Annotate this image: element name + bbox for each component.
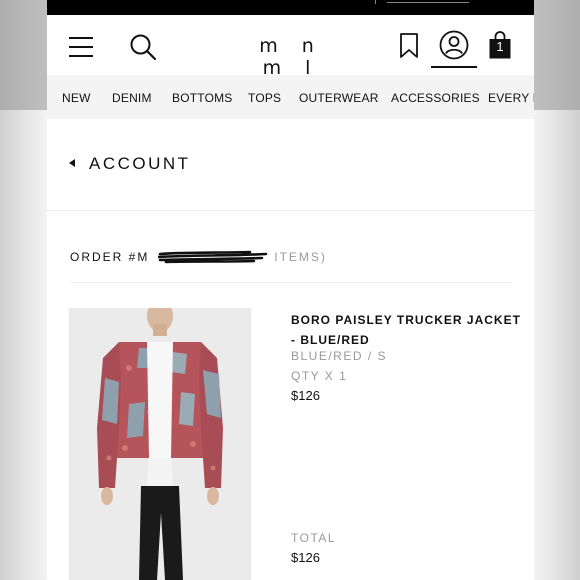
search-icon[interactable] <box>129 33 157 61</box>
divider <box>70 282 512 283</box>
phone-screen: m n m l 1 NEW DENIM BOTTOMS TOPS OUTERWE… <box>47 0 534 580</box>
background-left <box>0 0 47 580</box>
total-label: TOTAL <box>291 531 337 545</box>
product-name[interactable]: BORO PAISLEY TRUCKER JACKET - BLUE/RED <box>291 310 521 350</box>
site-header: m n m l 1 <box>47 15 534 79</box>
product-quantity: QTY X 1 <box>291 369 348 383</box>
product-price: $126 <box>291 388 320 403</box>
nav-item-accessories[interactable]: ACCESSORIES <box>391 91 480 105</box>
order-number-row: ORDER #M ITEMS) <box>70 248 327 266</box>
status-bar-mark <box>375 0 376 4</box>
site-logo[interactable]: m n m l <box>243 35 339 79</box>
status-bar <box>47 0 534 15</box>
nav-item-new[interactable]: NEW <box>62 91 91 105</box>
bookmark-icon[interactable] <box>399 33 419 59</box>
order-items-count: ITEMS) <box>274 250 327 264</box>
nav-item-everyday[interactable]: EVERY D <box>488 91 534 105</box>
back-arrow-icon[interactable] <box>69 159 75 167</box>
product-image[interactable] <box>69 308 251 580</box>
product-variant: BLUE/RED / S <box>291 349 388 363</box>
order-label: ORDER #M <box>70 250 150 264</box>
page-title: ACCOUNT <box>89 154 191 173</box>
category-nav: NEW DENIM BOTTOMS TOPS OUTERWEAR ACCESSO… <box>47 75 534 119</box>
nav-item-bottoms[interactable]: BOTTOMS <box>172 91 233 105</box>
hamburger-menu-icon[interactable] <box>69 37 93 57</box>
account-icon[interactable] <box>439 30 469 60</box>
total-value: $126 <box>291 550 320 565</box>
product-photo <box>69 308 251 580</box>
status-bar-mark <box>387 2 469 3</box>
nav-item-denim[interactable]: DENIM <box>112 91 152 105</box>
redaction-scribble <box>157 250 268 264</box>
nav-item-tops[interactable]: TOPS <box>248 91 281 105</box>
divider <box>47 210 534 211</box>
nav-item-outerwear[interactable]: OUTERWEAR <box>299 91 379 105</box>
account-active-underline <box>431 66 477 68</box>
account-back-link[interactable]: ACCOUNT <box>47 150 534 180</box>
bag-count-badge: 1 <box>496 39 504 54</box>
background-right <box>534 0 580 580</box>
